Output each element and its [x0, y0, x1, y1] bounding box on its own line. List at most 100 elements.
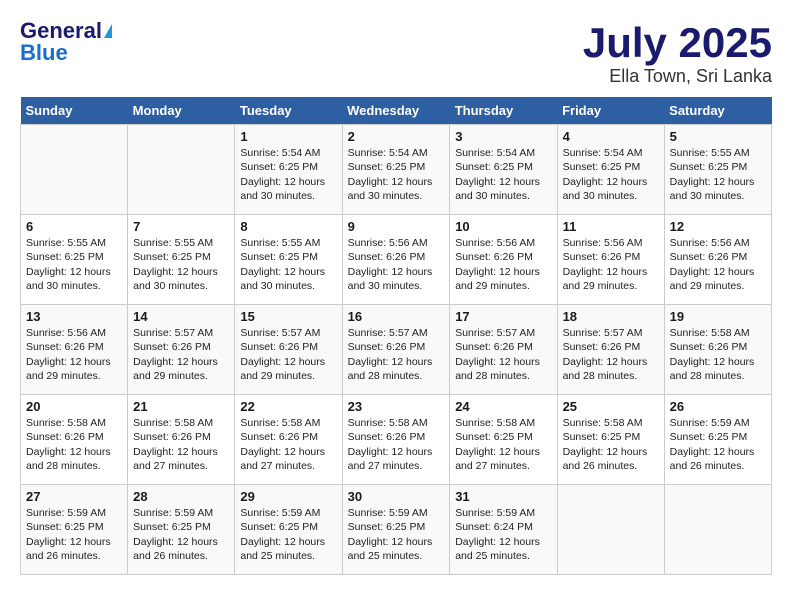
location-title: Ella Town, Sri Lanka [583, 66, 772, 87]
calendar-cell: 4 Sunrise: 5:54 AM Sunset: 6:25 PM Daylig… [557, 125, 664, 215]
calendar-cell: 23 Sunrise: 5:58 AM Sunset: 6:26 PM Dayli… [342, 395, 450, 485]
day-info: Sunrise: 5:59 AM Sunset: 6:25 PM Dayligh… [240, 506, 336, 563]
calendar-cell: 11Sunrise: 5:56 AM Sunset: 6:26 PM Dayli… [557, 215, 664, 305]
day-info: Sunrise: 5:55 AM Sunset: 6:25 PM Dayligh… [240, 236, 336, 293]
logo-general-text: General [20, 20, 102, 42]
calendar-cell: 28 Sunrise: 5:59 AM Sunset: 6:25 PM Dayli… [128, 485, 235, 575]
calendar-cell [557, 485, 664, 575]
day-number: 5 [670, 129, 766, 144]
day-info: Sunrise: 5:57 AM Sunset: 6:26 PM Dayligh… [348, 326, 445, 383]
day-number: 28 [133, 489, 229, 504]
day-number: 21 [133, 399, 229, 414]
week-row-5: 27Sunrise: 5:59 AM Sunset: 6:25 PM Dayli… [21, 485, 772, 575]
calendar-cell: 30 Sunrise: 5:59 AM Sunset: 6:25 PM Dayli… [342, 485, 450, 575]
calendar-cell: 25Sunrise: 5:58 AM Sunset: 6:25 PM Dayli… [557, 395, 664, 485]
day-info: Sunrise: 5:58 AM Sunset: 6:26 PM Dayligh… [240, 416, 336, 473]
calendar-header-row: SundayMondayTuesdayWednesdayThursdayFrid… [21, 97, 772, 125]
day-info: Sunrise: 5:56 AM Sunset: 6:26 PM Dayligh… [348, 236, 445, 293]
day-number: 18 [563, 309, 659, 324]
calendar-cell: 26 Sunrise: 5:59 AM Sunset: 6:25 PM Dayli… [664, 395, 771, 485]
day-info: Sunrise: 5:55 AM Sunset: 6:25 PM Dayligh… [670, 146, 766, 203]
calendar-cell: 12Sunrise: 5:56 AM Sunset: 6:26 PM Dayli… [664, 215, 771, 305]
calendar-cell: 20 Sunrise: 5:58 AM Sunset: 6:26 PM Dayli… [21, 395, 128, 485]
day-number: 29 [240, 489, 336, 504]
day-info: Sunrise: 5:55 AM Sunset: 6:25 PM Dayligh… [26, 236, 122, 293]
day-info: Sunrise: 5:58 AM Sunset: 6:25 PM Dayligh… [455, 416, 551, 473]
day-number: 10 [455, 219, 551, 234]
week-row-1: 1 Sunrise: 5:54 AM Sunset: 6:25 PM Daylig… [21, 125, 772, 215]
column-header-monday: Monday [128, 97, 235, 125]
day-number: 25 [563, 399, 659, 414]
logo: General Blue [20, 20, 112, 64]
day-info: Sunrise: 5:57 AM Sunset: 6:26 PM Dayligh… [133, 326, 229, 383]
day-number: 17 [455, 309, 551, 324]
day-info: Sunrise: 5:58 AM Sunset: 6:26 PM Dayligh… [348, 416, 445, 473]
day-info: Sunrise: 5:59 AM Sunset: 6:25 PM Dayligh… [670, 416, 766, 473]
calendar-cell [128, 125, 235, 215]
calendar-cell: 7 Sunrise: 5:55 AM Sunset: 6:25 PM Daylig… [128, 215, 235, 305]
calendar-cell: 3Sunrise: 5:54 AM Sunset: 6:25 PM Daylig… [450, 125, 557, 215]
day-info: Sunrise: 5:57 AM Sunset: 6:26 PM Dayligh… [455, 326, 551, 383]
calendar-cell: 9 Sunrise: 5:56 AM Sunset: 6:26 PM Daylig… [342, 215, 450, 305]
column-header-sunday: Sunday [21, 97, 128, 125]
day-number: 7 [133, 219, 229, 234]
calendar-cell [664, 485, 771, 575]
day-number: 20 [26, 399, 122, 414]
day-number: 26 [670, 399, 766, 414]
calendar-cell: 18 Sunrise: 5:57 AM Sunset: 6:26 PM Dayli… [557, 305, 664, 395]
logo-icon [104, 24, 112, 38]
calendar-cell: 13Sunrise: 5:56 AM Sunset: 6:26 PM Dayli… [21, 305, 128, 395]
calendar-cell: 21 Sunrise: 5:58 AM Sunset: 6:26 PM Dayli… [128, 395, 235, 485]
day-info: Sunrise: 5:58 AM Sunset: 6:26 PM Dayligh… [26, 416, 122, 473]
day-info: Sunrise: 5:58 AM Sunset: 6:26 PM Dayligh… [670, 326, 766, 383]
column-header-wednesday: Wednesday [342, 97, 450, 125]
day-number: 13 [26, 309, 122, 324]
calendar-cell: 22 Sunrise: 5:58 AM Sunset: 6:26 PM Dayli… [235, 395, 342, 485]
calendar-cell: 5 Sunrise: 5:55 AM Sunset: 6:25 PM Daylig… [664, 125, 771, 215]
day-number: 9 [348, 219, 445, 234]
calendar-cell: 29 Sunrise: 5:59 AM Sunset: 6:25 PM Dayli… [235, 485, 342, 575]
day-info: Sunrise: 5:56 AM Sunset: 6:26 PM Dayligh… [455, 236, 551, 293]
column-header-saturday: Saturday [664, 97, 771, 125]
day-info: Sunrise: 5:54 AM Sunset: 6:25 PM Dayligh… [563, 146, 659, 203]
day-number: 8 [240, 219, 336, 234]
day-number: 1 [240, 129, 336, 144]
column-header-friday: Friday [557, 97, 664, 125]
logo-blue-text: Blue [20, 42, 68, 64]
calendar-cell: 24 Sunrise: 5:58 AM Sunset: 6:25 PM Dayli… [450, 395, 557, 485]
calendar-cell: 8 Sunrise: 5:55 AM Sunset: 6:25 PM Daylig… [235, 215, 342, 305]
day-info: Sunrise: 5:56 AM Sunset: 6:26 PM Dayligh… [563, 236, 659, 293]
calendar-cell: 17 Sunrise: 5:57 AM Sunset: 6:26 PM Dayli… [450, 305, 557, 395]
month-year-title: July 2025 [583, 20, 772, 66]
day-info: Sunrise: 5:57 AM Sunset: 6:26 PM Dayligh… [240, 326, 336, 383]
day-info: Sunrise: 5:55 AM Sunset: 6:25 PM Dayligh… [133, 236, 229, 293]
day-info: Sunrise: 5:54 AM Sunset: 6:25 PM Dayligh… [240, 146, 336, 203]
day-info: Sunrise: 5:59 AM Sunset: 6:25 PM Dayligh… [133, 506, 229, 563]
calendar-cell: 19 Sunrise: 5:58 AM Sunset: 6:26 PM Dayli… [664, 305, 771, 395]
calendar-cell: 10 Sunrise: 5:56 AM Sunset: 6:26 PM Dayli… [450, 215, 557, 305]
day-info: Sunrise: 5:54 AM Sunset: 6:25 PM Dayligh… [455, 146, 551, 203]
day-number: 22 [240, 399, 336, 414]
calendar-cell: 15Sunrise: 5:57 AM Sunset: 6:26 PM Dayli… [235, 305, 342, 395]
day-number: 23 [348, 399, 445, 414]
title-block: July 2025 Ella Town, Sri Lanka [583, 20, 772, 87]
day-number: 30 [348, 489, 445, 504]
day-number: 24 [455, 399, 551, 414]
calendar-table: SundayMondayTuesdayWednesdayThursdayFrid… [20, 97, 772, 575]
day-info: Sunrise: 5:59 AM Sunset: 6:25 PM Dayligh… [348, 506, 445, 563]
column-header-tuesday: Tuesday [235, 97, 342, 125]
day-info: Sunrise: 5:59 AM Sunset: 6:24 PM Dayligh… [455, 506, 551, 563]
day-number: 31 [455, 489, 551, 504]
day-info: Sunrise: 5:58 AM Sunset: 6:26 PM Dayligh… [133, 416, 229, 473]
week-row-3: 13Sunrise: 5:56 AM Sunset: 6:26 PM Dayli… [21, 305, 772, 395]
day-number: 19 [670, 309, 766, 324]
day-number: 16 [348, 309, 445, 324]
day-number: 4 [563, 129, 659, 144]
day-info: Sunrise: 5:57 AM Sunset: 6:26 PM Dayligh… [563, 326, 659, 383]
day-number: 12 [670, 219, 766, 234]
calendar-cell: 6Sunrise: 5:55 AM Sunset: 6:25 PM Daylig… [21, 215, 128, 305]
calendar-cell: 1 Sunrise: 5:54 AM Sunset: 6:25 PM Daylig… [235, 125, 342, 215]
calendar-cell [21, 125, 128, 215]
calendar-cell: 27Sunrise: 5:59 AM Sunset: 6:25 PM Dayli… [21, 485, 128, 575]
week-row-2: 6Sunrise: 5:55 AM Sunset: 6:25 PM Daylig… [21, 215, 772, 305]
